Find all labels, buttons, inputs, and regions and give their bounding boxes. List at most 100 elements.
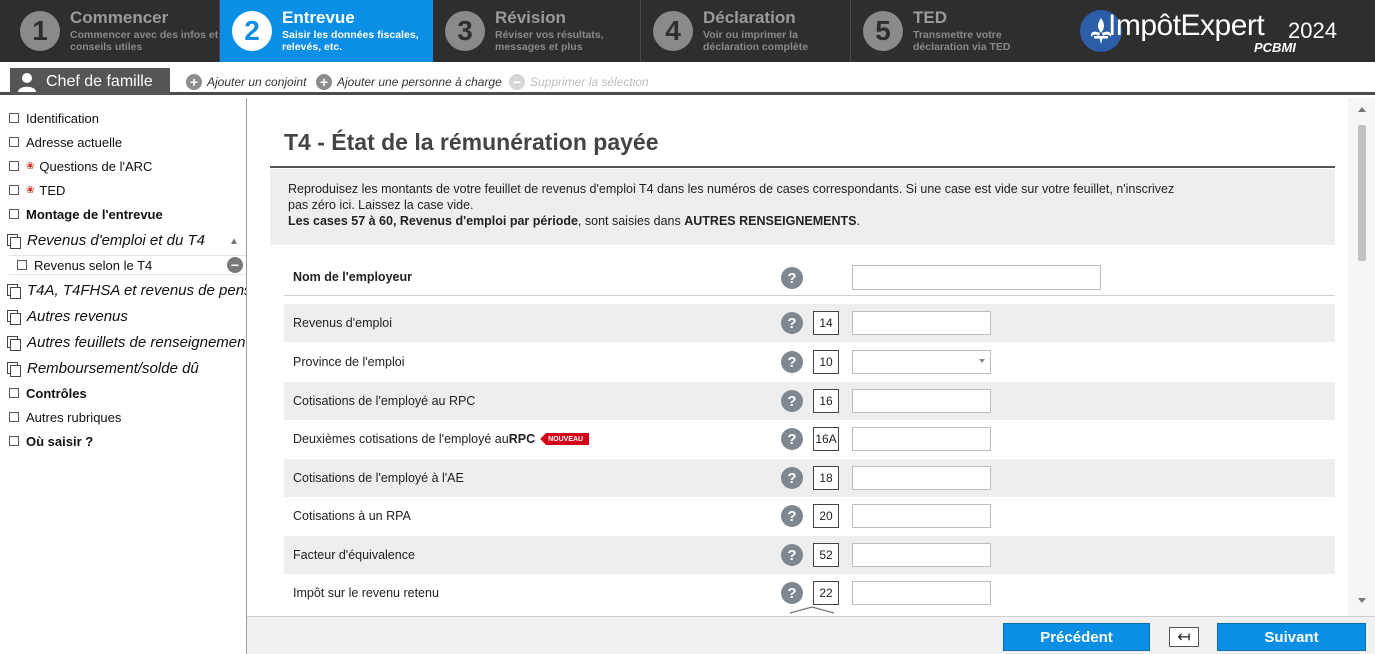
field-label: Deuxièmes cotisations de l'employé au RP… [293, 432, 590, 446]
sidebar-item-questions-arc[interactable]: ❀ Questions de l'ARC [9, 156, 152, 176]
pages-icon [7, 335, 21, 351]
delete-selection-button[interactable]: − Supprimer la sélection [509, 73, 649, 91]
step-subtitle: Voir ou imprimer la déclaration complète [703, 29, 809, 53]
sidebar-item-label: Revenus selon le T4 [34, 257, 153, 273]
sidebar-group-remboursement[interactable]: Remboursement/solde dû [7, 357, 199, 379]
back-arrow-button[interactable]: ↤ [1169, 627, 1199, 647]
checkbox-icon [9, 388, 19, 398]
scroll-down-arrow-icon[interactable] [1358, 598, 1366, 603]
row-cotisations-rpc: Cotisations de l'employé au RPC ? 16 [284, 382, 1335, 420]
scroll-down-chevron-icon[interactable] [789, 605, 835, 615]
sidebar-item-montage[interactable]: Montage de l'entrevue [9, 204, 163, 224]
step-number: 2 [232, 11, 272, 51]
maple-leaf-icon: ❀ [26, 160, 35, 172]
page-title: T4 - État de la rémunération payée [284, 129, 659, 155]
step-revision[interactable]: 3 Révision Réviser vos résultats, messag… [433, 0, 641, 62]
help-icon[interactable]: ? [781, 390, 803, 412]
add-dependent-button[interactable]: + Ajouter une personne à charge [316, 73, 502, 91]
next-button[interactable]: Suivant [1217, 623, 1366, 651]
step-title: Entrevue [282, 8, 355, 27]
step-title: Commencer [70, 8, 169, 27]
facteur-equivalence-input[interactable] [852, 543, 991, 567]
footer-navigation: Précédent ↤ Suivant [247, 616, 1375, 654]
province-select[interactable] [852, 350, 991, 374]
help-icon[interactable]: ? [781, 351, 803, 373]
interview-sidebar: Identification Adresse actuelle ❀ Questi… [0, 98, 247, 654]
step-commencer[interactable]: 1 Commencer Commencer avec des infos et … [0, 0, 220, 62]
pages-icon [7, 309, 21, 325]
sidebar-item-identification[interactable]: Identification [9, 108, 99, 128]
sidebar-group-autres-revenus[interactable]: Autres revenus [7, 305, 128, 327]
checkbox-icon [9, 185, 19, 195]
help-icon[interactable]: ? [781, 312, 803, 334]
minus-icon: − [509, 74, 525, 90]
sidebar-group-label: T4A, T4FHSA et revenus de pension [27, 281, 246, 299]
add-spouse-label: Ajouter un conjoint [207, 75, 307, 89]
checkbox-icon [9, 113, 19, 123]
box-number: 18 [813, 466, 839, 490]
help-icon[interactable]: ? [781, 544, 803, 566]
step-navigation-bar: 1 Commencer Commencer avec des infos et … [0, 0, 1375, 62]
title-divider [270, 166, 1335, 168]
plus-icon: + [186, 74, 202, 90]
field-label: Revenus d'emploi [293, 316, 392, 330]
previous-button[interactable]: Précédent [1003, 623, 1150, 651]
field-label: Cotisations à un RPA [293, 509, 411, 523]
household-bar: Chef de famille + Ajouter un conjoint + … [0, 62, 1375, 95]
help-icon[interactable]: ? [781, 428, 803, 450]
sidebar-item-ted[interactable]: ❀ TED [9, 180, 65, 200]
box-number: 52 [813, 543, 839, 567]
instructions-line-3: Les cases 57 à 60, Revenus d'emploi par … [288, 213, 1317, 229]
sidebar-group-label: Autres feuillets de renseignements [27, 333, 247, 351]
step-subtitle: Commencer avec des infos et conseils uti… [70, 29, 219, 53]
checkbox-icon [9, 161, 19, 171]
step-ted[interactable]: 5 TED Transmettre votre déclaration via … [851, 0, 1059, 62]
row-province-emploi: Province de l'emploi ? 10 [284, 343, 1335, 381]
person-icon [18, 72, 36, 92]
employer-row: Nom de l'employeur ? [284, 260, 1335, 296]
help-icon[interactable]: ? [781, 582, 803, 604]
step-number: 4 [653, 11, 693, 51]
instructions-bold-2: AUTRES RENSEIGNEMENTS [684, 214, 857, 228]
help-icon[interactable]: ? [781, 505, 803, 527]
collapse-arrow-icon[interactable]: ▲ [229, 236, 239, 247]
help-icon[interactable]: ? [781, 267, 803, 289]
cotisations-rpa-input[interactable] [852, 504, 991, 528]
revenus-emploi-input[interactable] [852, 311, 991, 335]
step-title: Déclaration [703, 8, 796, 27]
sidebar-group-label: Remboursement/solde dû [27, 359, 199, 377]
scroll-up-arrow-icon[interactable] [1358, 107, 1366, 112]
cotisations-ae-input[interactable] [852, 466, 991, 490]
step-declaration[interactable]: 4 Déclaration Voir ou imprimer la déclar… [641, 0, 851, 62]
sidebar-item-ou-saisir[interactable]: Où saisir ? [9, 431, 93, 451]
brand-logo: ImpôtExpert 2024 PCBMI [1058, 0, 1375, 62]
step-entrevue[interactable]: 2 Entrevue Saisir les données fiscales, … [220, 0, 433, 62]
sidebar-item-controles[interactable]: Contrôles [9, 383, 87, 403]
employer-name-input[interactable] [852, 265, 1101, 290]
field-label-prefix: Deuxièmes cotisations de l'employé au [293, 432, 509, 446]
sidebar-item-adresse[interactable]: Adresse actuelle [9, 132, 122, 152]
sidebar-group-autres-feuillets[interactable]: Autres feuillets de renseignements [7, 331, 247, 353]
impot-retenu-input[interactable] [852, 581, 991, 605]
scrollbar-thumb[interactable] [1358, 125, 1366, 261]
vertical-scrollbar[interactable] [1348, 98, 1375, 616]
sidebar-item-autres-rubriques[interactable]: Autres rubriques [9, 407, 121, 427]
remove-item-icon[interactable]: − [227, 257, 243, 273]
pages-icon [7, 283, 21, 299]
sidebar-group-revenus-emploi[interactable]: Revenus d'emploi et du T4 [7, 229, 205, 251]
cotisations-rpc-input[interactable] [852, 389, 991, 413]
add-spouse-button[interactable]: + Ajouter un conjoint [186, 73, 306, 91]
sidebar-subitem-revenus-t4[interactable]: Revenus selon le T4 [9, 255, 246, 275]
pages-icon [7, 233, 21, 249]
checkbox-icon [9, 412, 19, 422]
help-icon[interactable]: ? [781, 467, 803, 489]
step-subtitle: Transmettre votre déclaration via TED [913, 29, 1011, 53]
deuxiemes-cotisations-rpc-input[interactable] [852, 427, 991, 451]
sidebar-item-label: Où saisir ? [26, 433, 94, 449]
plus-icon: + [316, 74, 332, 90]
step-number: 3 [445, 11, 485, 51]
sidebar-group-t4a[interactable]: T4A, T4FHSA et revenus de pension [7, 279, 246, 301]
tab-chef-de-famille[interactable]: Chef de famille [10, 68, 170, 95]
field-label: Cotisations de l'employé au RPC [293, 394, 476, 408]
sidebar-group-label: Revenus d'emploi et du T4 [27, 231, 205, 249]
